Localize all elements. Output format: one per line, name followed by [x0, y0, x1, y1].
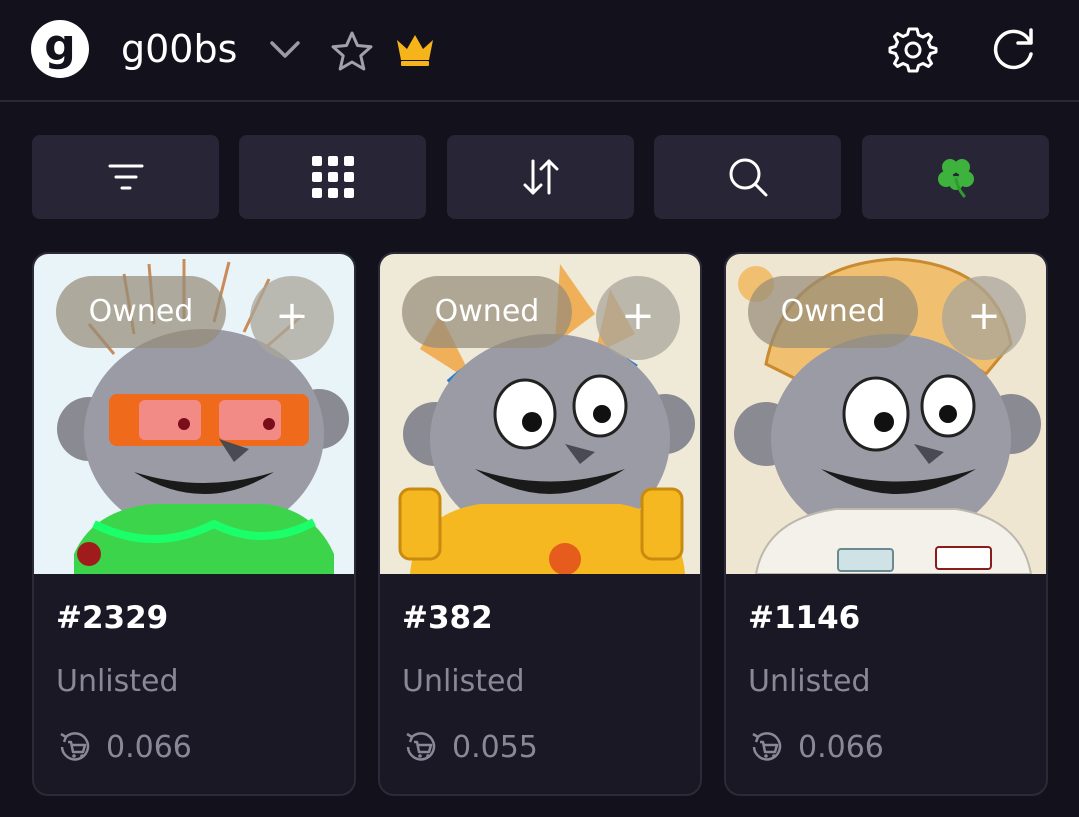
token-id: #2329 [56, 600, 169, 636]
grid-view-icon [311, 156, 354, 198]
owned-badge: Owned [56, 276, 226, 348]
last-sale-price: 0.055 [402, 728, 538, 766]
last-sale-price: 0.066 [56, 728, 192, 766]
cart-refresh-icon [60, 732, 90, 761]
clover-button[interactable] [862, 135, 1049, 219]
owned-badge: Owned [748, 276, 918, 348]
crown-icon [397, 35, 433, 66]
price-value: 0.066 [798, 729, 884, 765]
nft-card[interactable]: Owned + #382 Unlisted 0.055 [378, 252, 702, 796]
star-icon[interactable] [330, 30, 374, 72]
sort-button[interactable] [447, 135, 634, 219]
add-button[interactable]: + [596, 276, 680, 360]
price-value: 0.055 [452, 729, 538, 765]
listing-status: Unlisted [748, 664, 871, 699]
app-root: g g00bs Owned + #2329 Unlisted 0.066 Own… [0, 0, 1079, 817]
nft-card[interactable]: Owned + #1146 Unlisted 0.066 [724, 252, 1048, 796]
chevron-down-icon[interactable] [267, 34, 303, 64]
clover-icon [937, 159, 974, 198]
sort-icon [523, 159, 558, 195]
owned-badge: Owned [402, 276, 572, 348]
cart-refresh-icon [752, 732, 782, 761]
collection-title[interactable]: g00bs [121, 26, 237, 72]
cart-refresh-icon [406, 732, 436, 761]
settings-gear-icon[interactable] [888, 25, 938, 75]
add-button[interactable]: + [250, 276, 334, 360]
header-bar: g g00bs [0, 0, 1079, 102]
add-button[interactable]: + [942, 276, 1026, 360]
search-icon [729, 158, 767, 197]
filter-icon [108, 164, 143, 190]
grid-view-button[interactable] [239, 135, 426, 219]
token-id: #1146 [748, 600, 861, 636]
last-sale-price: 0.066 [748, 728, 884, 766]
price-value: 0.066 [106, 729, 192, 765]
listing-status: Unlisted [402, 664, 525, 699]
search-button[interactable] [654, 135, 841, 219]
refresh-icon[interactable] [988, 24, 1040, 74]
nft-card[interactable]: Owned + #2329 Unlisted 0.066 [32, 252, 356, 796]
listing-status: Unlisted [56, 664, 179, 699]
collection-logo[interactable]: g [31, 20, 89, 78]
token-id: #382 [402, 600, 493, 636]
filter-button[interactable] [32, 135, 219, 219]
